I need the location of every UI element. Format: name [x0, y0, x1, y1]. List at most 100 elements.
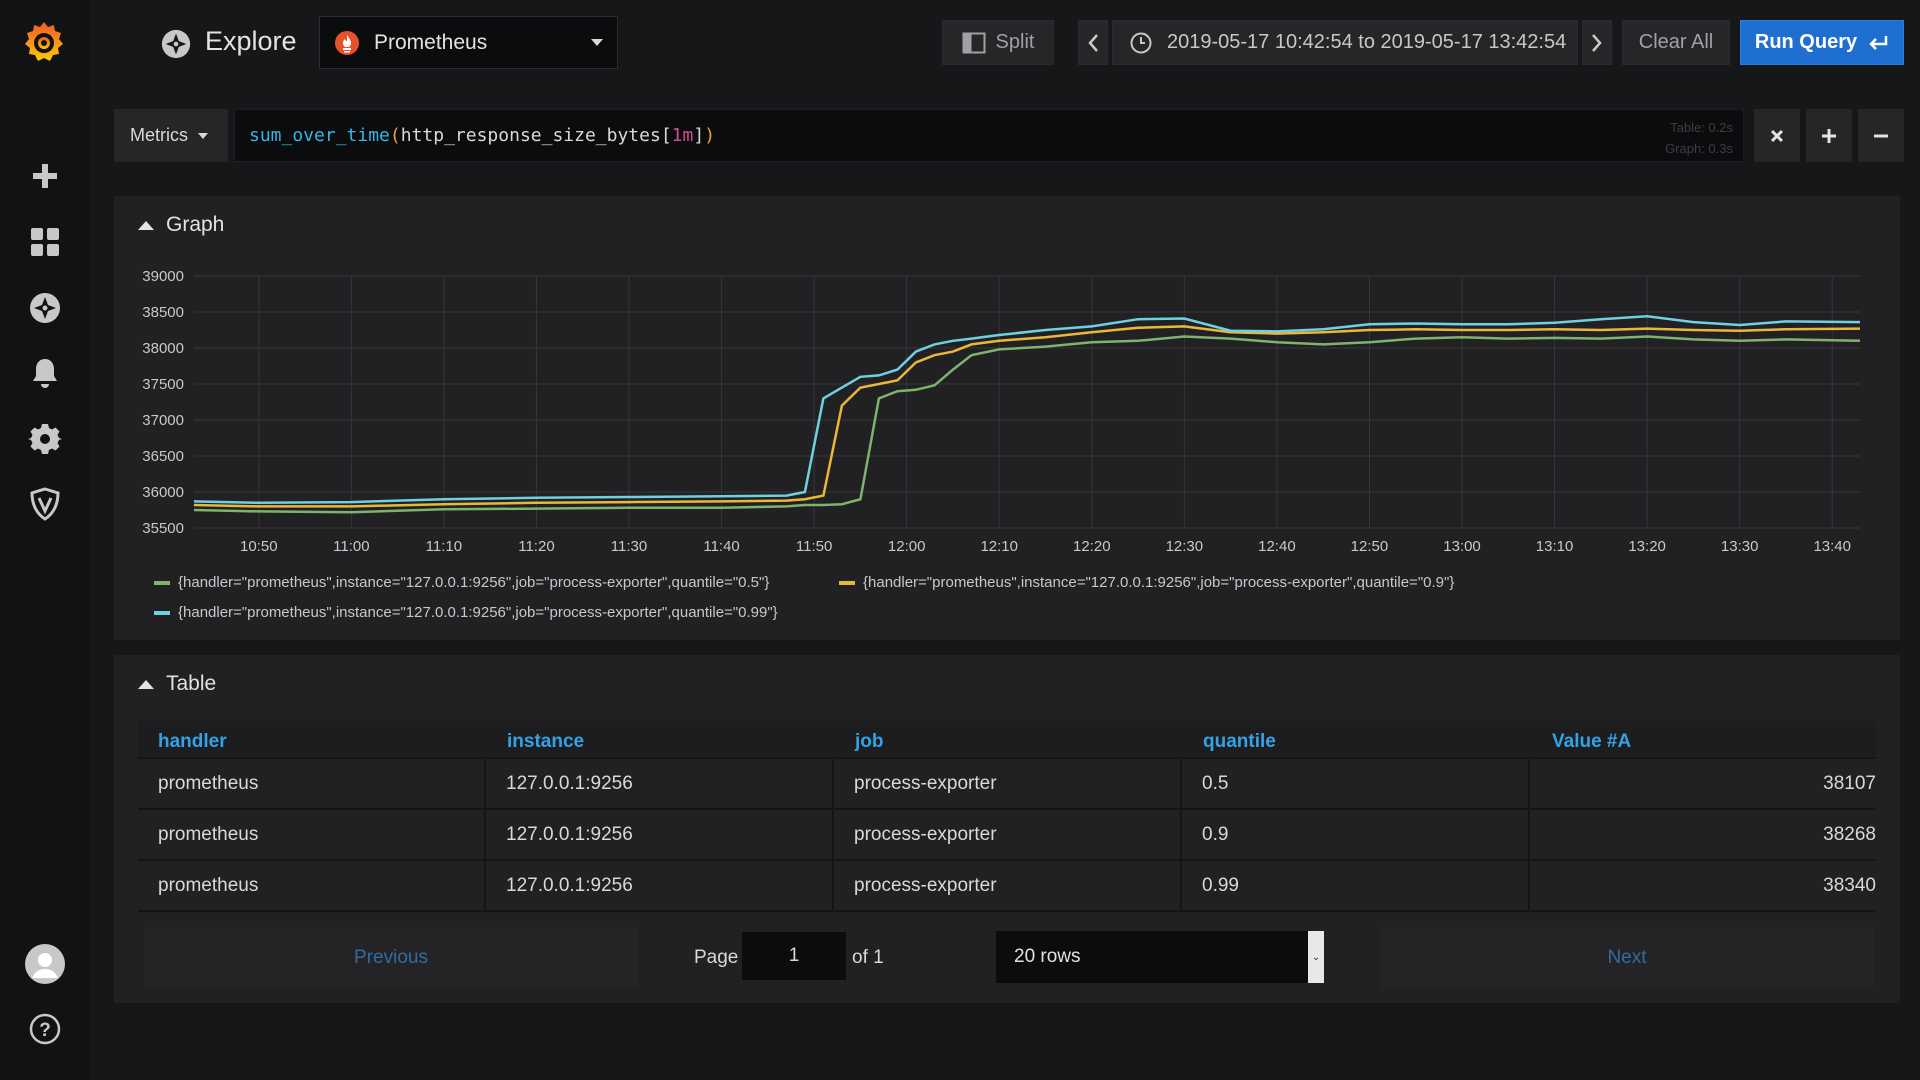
cell-quantile: 0.9	[1182, 810, 1530, 859]
y-tick-label: 39000	[142, 268, 184, 285]
grafana-logo-icon[interactable]	[20, 18, 68, 66]
cell-job: process-exporter	[834, 810, 1182, 859]
cell-job: process-exporter	[834, 759, 1182, 808]
legend-swatch	[154, 580, 170, 585]
cell-handler: prometheus	[138, 810, 486, 859]
cell-instance: 127.0.0.1:9256	[486, 759, 834, 808]
query-row: Metrics sum_over_time(http_response_size…	[114, 109, 1904, 162]
legend-label: {handler="prometheus",instance="127.0.0.…	[178, 574, 770, 591]
sidebar-item-create[interactable]	[25, 156, 65, 196]
x-tick-label: 13:10	[1536, 538, 1574, 555]
table-panel-toggle[interactable]: Table	[138, 672, 216, 696]
y-tick-label: 37000	[142, 412, 184, 429]
datasource-name: Prometheus	[374, 30, 488, 54]
rows-per-page-select[interactable]: 20 rows ⌄	[996, 931, 1324, 983]
cell-instance: 127.0.0.1:9256	[486, 861, 834, 910]
help-icon: ?	[29, 1013, 61, 1045]
query-close-paren: )	[704, 125, 716, 146]
table-title: Table	[166, 672, 217, 695]
column-header-quantile[interactable]: quantile	[1203, 731, 1276, 753]
page-number-input[interactable]	[742, 932, 846, 980]
sidebar-item-help[interactable]: ?	[25, 1009, 65, 1049]
query-duration: 1m	[671, 125, 694, 146]
sidebar-item-profile[interactable]	[25, 944, 65, 984]
legend-swatch	[839, 580, 855, 585]
cell-job: process-exporter	[834, 861, 1182, 910]
x-tick-label: 13:20	[1628, 538, 1666, 555]
query-stats-graph: Graph: 0.3s	[1665, 141, 1733, 156]
next-page-button[interactable]: Next	[1380, 927, 1874, 989]
query-input[interactable]: sum_over_time(http_response_size_bytes[1…	[234, 109, 1744, 162]
x-tick-label: 13:00	[1443, 538, 1481, 555]
x-tick-label: 11:10	[426, 538, 462, 555]
chevron-right-icon	[1592, 33, 1602, 52]
columns-icon	[962, 32, 986, 53]
select-arrow-icon: ⌄	[1308, 931, 1324, 983]
x-tick-label: 12:00	[888, 538, 926, 555]
split-button[interactable]: Split	[942, 20, 1054, 65]
time-range-picker[interactable]: 2019-05-17 10:42:54 to 2019-05-17 13:42:…	[1112, 20, 1578, 65]
graph-chart[interactable]: 35500 36000 36500 37000 37500 38000 38500 39000…	[114, 196, 1900, 576]
previous-page-button[interactable]: Previous	[144, 927, 638, 989]
query-open-paren: (	[389, 125, 401, 146]
legend-item[interactable]: {handler="prometheus",instance="127.0.0.…	[154, 574, 769, 591]
column-header-handler[interactable]: handler	[158, 731, 227, 753]
prometheus-logo-icon	[335, 30, 359, 55]
remove-query-button[interactable]	[1754, 109, 1800, 162]
plus-icon	[1822, 128, 1836, 143]
column-header-instance[interactable]: instance	[507, 731, 584, 753]
collapse-icon	[138, 679, 154, 689]
avatar-icon	[25, 944, 65, 984]
legend-item[interactable]: {handler="prometheus",instance="127.0.0.…	[154, 604, 778, 621]
table-row: prometheus 127.0.0.1:9256 process-export…	[138, 861, 1876, 912]
query-stats: Table: 0.2s Graph: 0.3s	[1665, 117, 1733, 159]
x-tick-label: 10:50	[240, 538, 278, 555]
run-query-label: Run Query	[1754, 31, 1858, 53]
query-function: sum_over_time	[249, 125, 390, 146]
x-tick-label: 12:40	[1258, 538, 1296, 555]
sidebar-item-configuration[interactable]	[25, 419, 65, 459]
x-tick-label: 12:30	[1166, 538, 1204, 555]
table-header: handler instance job quantile Value #A	[138, 721, 1876, 759]
run-query-button[interactable]: Run Query	[1740, 20, 1904, 65]
column-header-job[interactable]: job	[855, 731, 884, 753]
table-pagination: Previous Page of 1 20 rows ⌄ Next	[144, 927, 1874, 989]
remove-row-button[interactable]	[1858, 109, 1904, 162]
results-table: handler instance job quantile Value #A p…	[138, 721, 1876, 912]
add-query-button[interactable]	[1806, 109, 1852, 162]
cell-handler: prometheus	[138, 759, 486, 808]
rows-per-page-value: 20 rows	[1014, 946, 1081, 967]
cell-instance: 127.0.0.1:9256	[486, 810, 834, 859]
topbar: Explore Prometheus Split 2019-05-17 10:4…	[90, 0, 1920, 86]
legend-label: {handler="prometheus",instance="127.0.0.…	[178, 604, 778, 621]
sidebar-item-server-admin[interactable]	[25, 484, 65, 524]
x-tick-label: 13:40	[1813, 538, 1851, 555]
clock-icon	[1130, 32, 1152, 53]
metrics-dropdown[interactable]: Metrics	[114, 109, 228, 162]
close-icon	[1770, 129, 1784, 142]
x-tick-label: 12:50	[1351, 538, 1389, 555]
x-tick-label: 11:40	[703, 538, 739, 555]
bell-icon	[33, 359, 57, 388]
page-count-label: of 1	[852, 947, 884, 968]
sidebar-item-dashboards[interactable]	[25, 222, 65, 262]
sidebar-item-alerting[interactable]	[25, 353, 65, 393]
legend-item[interactable]: {handler="prometheus",instance="127.0.0.…	[839, 574, 1454, 591]
column-header-value[interactable]: Value #A	[1552, 731, 1631, 753]
page-label: Page	[694, 947, 739, 968]
sidebar-item-explore[interactable]	[25, 288, 65, 328]
cell-quantile: 0.99	[1182, 861, 1530, 910]
table-row: prometheus 127.0.0.1:9256 process-export…	[138, 810, 1876, 861]
gear-icon	[28, 424, 62, 454]
datasource-picker[interactable]: Prometheus	[319, 16, 618, 69]
table-row: prometheus 127.0.0.1:9256 process-export…	[138, 759, 1876, 810]
y-tick-label: 36000	[142, 484, 184, 501]
time-forward-button[interactable]	[1582, 20, 1612, 65]
query-close-bracket: ]	[693, 125, 705, 146]
time-back-button[interactable]	[1078, 20, 1108, 65]
cell-value: 38340	[1823, 875, 1876, 896]
split-label: Split	[995, 31, 1035, 53]
legend-label: {handler="prometheus",instance="127.0.0.…	[863, 574, 1455, 591]
time-range-label: 2019-05-17 10:42:54 to 2019-05-17 13:42:…	[1167, 31, 1567, 53]
clear-all-button[interactable]: Clear All	[1622, 20, 1730, 65]
